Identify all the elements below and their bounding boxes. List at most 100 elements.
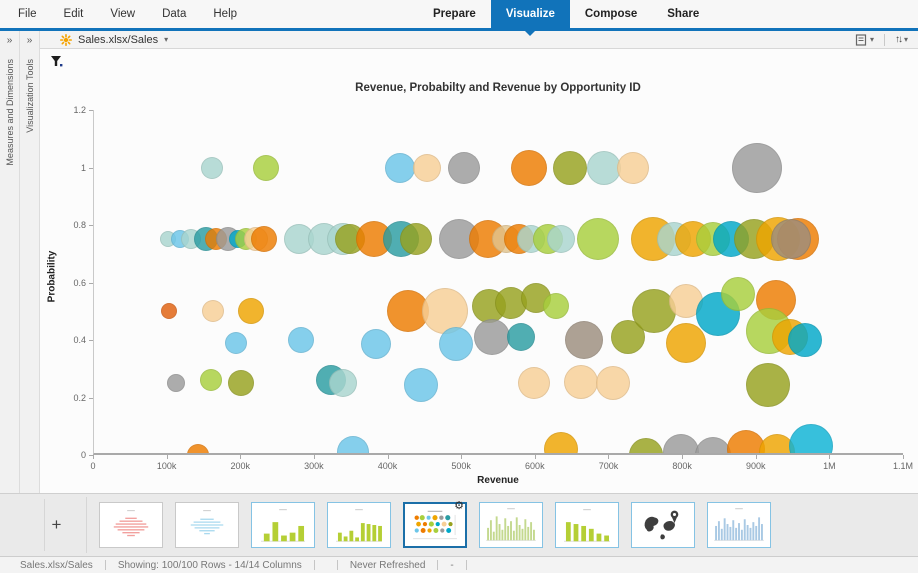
expand-panel-icon[interactable]: » <box>20 35 39 46</box>
status-dataset: Sales.xlsx/Sales <box>0 560 105 571</box>
bubble[interactable] <box>587 151 621 185</box>
y-tick-mark <box>89 283 93 284</box>
x-tick-label: 600k <box>525 461 545 471</box>
x-tick-label: 300k <box>304 461 324 471</box>
bubble[interactable] <box>201 157 223 179</box>
bubble[interactable] <box>448 152 480 184</box>
sort-button[interactable]: ↑↓ ▾ <box>895 34 908 45</box>
bubble[interactable] <box>413 154 441 182</box>
bubble[interactable] <box>439 327 473 361</box>
bubble[interactable] <box>732 143 782 193</box>
chart-canvas: Revenue, Probabilty and Revenue by Oppor… <box>40 49 918 493</box>
bubble[interactable] <box>404 368 438 402</box>
menu-edit[interactable]: Edit <box>64 8 84 20</box>
dataset-icon <box>60 34 72 46</box>
bubble[interactable] <box>337 436 369 455</box>
y-tick-mark <box>89 398 93 399</box>
y-tick-mark <box>89 110 93 111</box>
thumbnail-geo-map[interactable] <box>631 502 695 548</box>
bubble[interactable] <box>788 323 822 357</box>
thumbnail-bar-chart-3[interactable] <box>555 502 619 548</box>
thumbnail-tag-cloud-blue[interactable] <box>175 502 239 548</box>
bubble[interactable] <box>225 332 247 354</box>
add-visualization-button[interactable]: + <box>44 499 68 551</box>
menu-data[interactable]: Data <box>162 8 186 20</box>
tab-prepare[interactable]: Prepare <box>418 0 491 31</box>
y-axis-ticks: 00.20.40.60.811.2 <box>65 110 93 455</box>
bubble[interactable] <box>629 438 663 455</box>
bubble[interactable] <box>161 303 177 319</box>
x-axis-title: Revenue <box>93 475 903 486</box>
tab-compose[interactable]: Compose <box>570 0 652 31</box>
bubble[interactable] <box>200 369 222 391</box>
menu-help[interactable]: Help <box>213 8 237 20</box>
thumbnail-tag-cloud-red[interactable] <box>99 502 163 548</box>
bubble[interactable] <box>695 437 731 455</box>
x-tick-mark <box>314 455 315 459</box>
bubble[interactable] <box>565 321 603 359</box>
bubble[interactable] <box>187 444 209 455</box>
bubble[interactable] <box>511 150 547 186</box>
x-tick-mark <box>535 455 536 459</box>
bubble[interactable] <box>400 223 432 255</box>
tag-cloud-blue-icon <box>176 503 238 547</box>
filter-icon[interactable] <box>50 55 64 69</box>
bubble[interactable] <box>228 370 254 396</box>
bubble[interactable] <box>663 434 699 455</box>
bubble[interactable] <box>721 277 755 311</box>
y-tick-mark <box>89 455 93 456</box>
thumbnail-bar-chart[interactable] <box>251 502 315 548</box>
bubble[interactable] <box>789 424 833 455</box>
menu-items: File Edit View Data Help <box>18 0 264 28</box>
menu-view[interactable]: View <box>110 8 135 20</box>
dataset-label: Sales.xlsx/Sales <box>78 34 158 46</box>
mode-tabs: Prepare Visualize Compose Share <box>418 0 714 31</box>
bubble[interactable] <box>544 432 578 455</box>
bubble[interactable] <box>596 366 630 400</box>
tab-visualize[interactable]: Visualize <box>491 0 570 31</box>
y-tick-mark <box>89 340 93 341</box>
x-tick-label: 700k <box>599 461 619 471</box>
x-axis-ticks: 0100k200k300k400k500k600k700k800k900k1M1… <box>93 455 903 473</box>
tab-share[interactable]: Share <box>652 0 714 31</box>
x-tick-mark <box>461 455 462 459</box>
bubble[interactable] <box>547 225 575 253</box>
bubble[interactable] <box>474 319 510 355</box>
dataset-selector[interactable]: Sales.xlsx/Sales ▾ <box>60 34 168 46</box>
bubble[interactable] <box>553 151 587 185</box>
bubble[interactable] <box>507 323 535 351</box>
visualize-toolbar: Sales.xlsx/Sales ▾ ▾ ↑↓ ▾ <box>40 31 918 49</box>
gear-icon[interactable]: ⚙ <box>454 501 464 512</box>
bubble[interactable] <box>251 226 277 252</box>
bubble[interactable] <box>385 153 415 183</box>
status-bar: Sales.xlsx/Sales Showing: 100/100 Rows -… <box>0 556 918 573</box>
bubble[interactable] <box>518 367 550 399</box>
visualization-gallery: + <box>0 493 918 556</box>
thumbnail-bubble-chart-selected[interactable]: ⚙ <box>403 502 467 548</box>
chevron-down-icon: ▾ <box>904 36 908 44</box>
bubble[interactable] <box>288 327 314 353</box>
bubble[interactable] <box>361 329 391 359</box>
x-tick-label: 900k <box>746 461 766 471</box>
bubble[interactable] <box>202 300 224 322</box>
chevron-down-icon: ▾ <box>164 36 168 44</box>
bubble[interactable] <box>617 152 649 184</box>
bubble[interactable] <box>577 218 619 260</box>
bar-chart-3-icon <box>556 503 618 547</box>
bubble[interactable] <box>543 293 569 319</box>
chart-picker-button[interactable]: ▾ <box>855 34 874 46</box>
thumbnail-bar-chart-2[interactable] <box>327 502 391 548</box>
tag-cloud-red-icon <box>100 503 162 547</box>
bubble[interactable] <box>564 365 598 399</box>
bubble[interactable] <box>666 323 706 363</box>
thumbnail-dense-bar-chart-blue[interactable] <box>707 502 771 548</box>
menu-file[interactable]: File <box>18 8 37 20</box>
bubble[interactable] <box>746 363 790 407</box>
bubble[interactable] <box>167 374 185 392</box>
expand-panel-icon[interactable]: » <box>0 35 19 46</box>
bubble[interactable] <box>253 155 279 181</box>
thumbnail-dense-bar-chart[interactable] <box>479 502 543 548</box>
bubble[interactable] <box>238 298 264 324</box>
status-separator <box>466 560 467 570</box>
bubble[interactable] <box>329 369 357 397</box>
